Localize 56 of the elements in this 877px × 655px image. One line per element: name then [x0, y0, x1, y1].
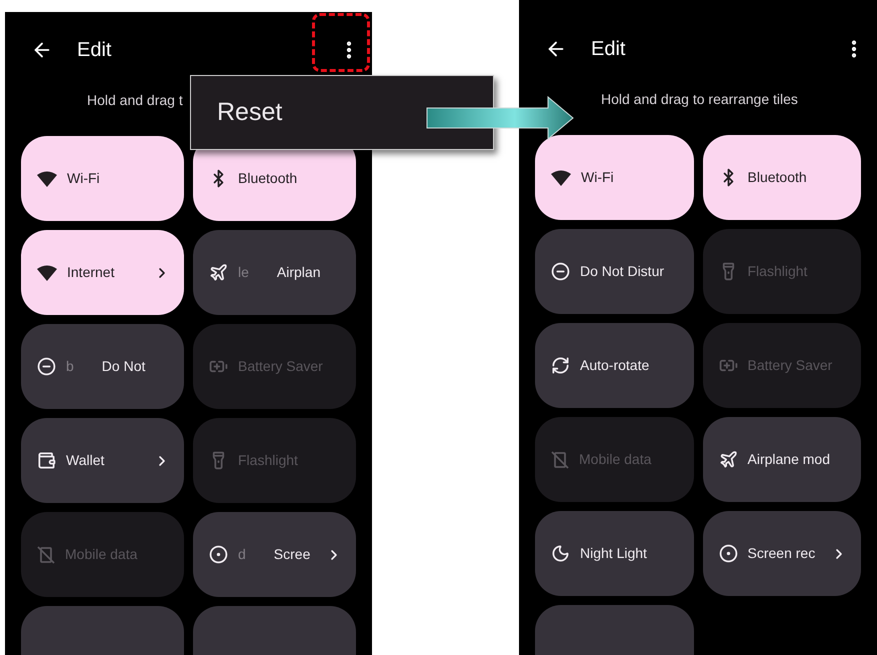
tile-label: Wi-Fi: [581, 168, 614, 187]
minus-circle-icon: [37, 357, 56, 376]
tile-label: Bluetooth: [238, 169, 298, 188]
hint-text: Hold and drag t: [87, 90, 183, 110]
tile-label: Wi-Fi: [67, 169, 100, 188]
tile-label: Battery Saver: [238, 357, 323, 376]
airplane-icon: [718, 450, 738, 469]
tile-label: Mobile data: [65, 545, 138, 564]
tile-label-fragment: b: [66, 357, 74, 376]
tile-label: Airplane mod: [748, 450, 830, 469]
tile-label: Auto-rotate: [580, 356, 650, 375]
quick-settings-tile[interactable]: Bluetooth: [702, 135, 861, 220]
tile-label: Night Light: [580, 544, 647, 563]
wifi-icon: [37, 170, 57, 186]
record-icon: [718, 544, 738, 563]
tile-label: Airplan: [276, 263, 320, 282]
moon-icon: [551, 544, 570, 563]
quick-settings-tile[interactable]: Screen rec: [702, 511, 861, 596]
quick-settings-tile[interactable]: Auto-rotate: [535, 323, 694, 408]
airplane-icon: [209, 263, 228, 282]
quick-settings-tile[interactable]: Wallet: [21, 418, 184, 503]
wallet-icon: [37, 451, 56, 470]
tile-label: Do Not Distur: [580, 262, 664, 281]
tile-label-fragment: le: [238, 263, 249, 282]
tile-label: Scree: [274, 545, 310, 564]
tile-label: Internet: [67, 263, 114, 282]
hint-text: Hold and drag to rearrange tiles: [601, 90, 798, 109]
wifi-icon: [551, 170, 571, 186]
tile-label-fragment: d: [238, 545, 246, 564]
tile-label: Bluetooth: [748, 168, 807, 187]
tile-label: Screen rec: [748, 544, 816, 563]
screen-title: Edit: [591, 37, 626, 62]
tile-label: Flashlight: [238, 451, 298, 470]
quick-settings-tile[interactable]: Night Light: [535, 511, 694, 596]
rotate-icon: [551, 356, 570, 375]
tile-label: Do Not: [102, 357, 146, 376]
quick-settings-tile[interactable]: Internet: [21, 230, 184, 315]
highlight-frame: [312, 13, 370, 72]
tile-label: Mobile data: [579, 450, 652, 469]
quick-settings-tile[interactable]: Airplane mod: [702, 417, 861, 502]
minus-circle-icon: [551, 262, 570, 281]
wifi-icon: [37, 264, 57, 280]
quick-settings-tile[interactable]: Wi-Fi: [21, 136, 184, 221]
record-icon: [209, 545, 228, 564]
tile-label: Battery Saver: [748, 356, 832, 375]
quick-settings-tile[interactable]: d Scree: [193, 512, 356, 597]
quick-settings-tile[interactable]: Do Not Distur: [535, 229, 694, 314]
quick-settings-tile[interactable]: Wi-Fi: [535, 135, 694, 220]
tile-label: Wallet: [66, 451, 104, 470]
tile-label: Flashlight: [748, 262, 808, 281]
screen-title: Edit: [77, 38, 112, 63]
quick-settings-tile[interactable]: b Do Not: [21, 324, 184, 409]
mobile-off-icon: [37, 546, 55, 564]
quick-settings-tile[interactable]: le Airplan: [193, 230, 356, 315]
mobile-off-icon: [551, 450, 569, 468]
menu-item[interactable]: Reset: [217, 94, 282, 132]
